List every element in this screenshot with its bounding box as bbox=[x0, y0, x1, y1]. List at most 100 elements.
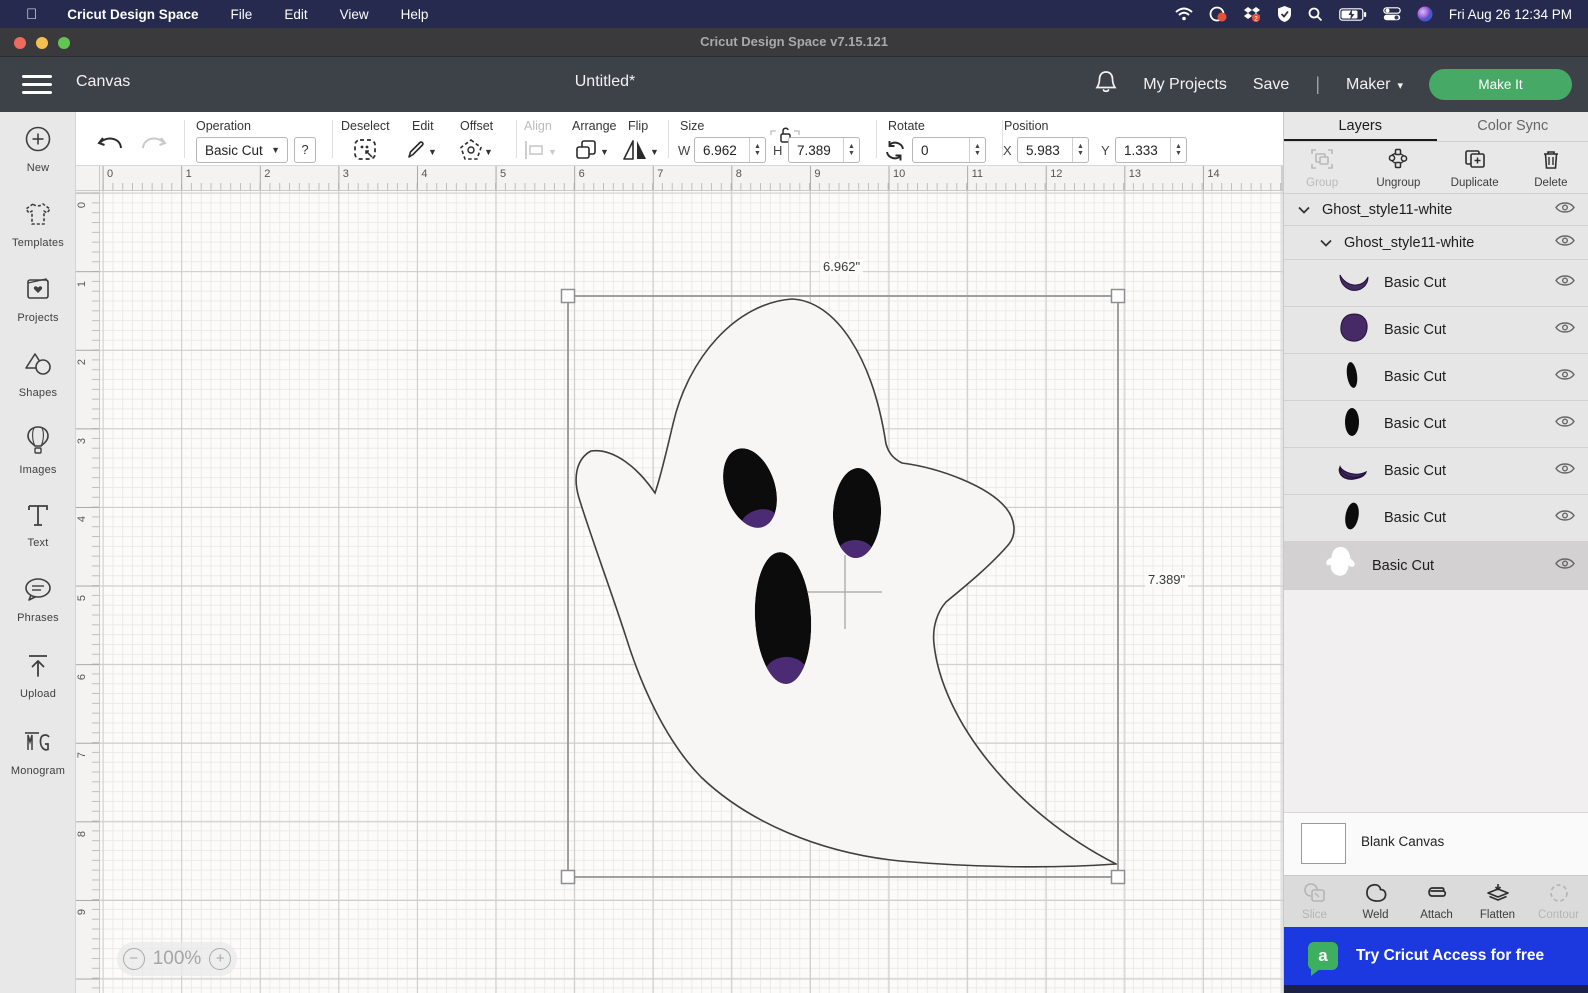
sidebar-item-projects[interactable]: Projects bbox=[0, 275, 76, 324]
battery-icon[interactable] bbox=[1339, 7, 1367, 21]
edit-pencil-icon[interactable]: ▼ bbox=[404, 138, 437, 165]
position-x-stepper[interactable]: ▲ ▼ bbox=[1072, 138, 1088, 162]
sidebar-item-monogram[interactable]: Monogram bbox=[0, 730, 76, 777]
layer-row-group-inner[interactable]: Ghost_style11-white bbox=[1284, 226, 1588, 260]
layers-panel: Layers Color Sync Group Ungroup Duplicat… bbox=[1283, 112, 1588, 993]
menu-item-view[interactable]: View bbox=[340, 7, 369, 22]
height-stepper[interactable]: ▲ ▼ bbox=[843, 138, 859, 162]
delete-button[interactable]: Delete bbox=[1513, 142, 1588, 193]
edit-toolbar: Operation Basic Cut ▼ ? Deselect Edit ▼ … bbox=[76, 112, 1283, 166]
offset-icon[interactable]: ▼ bbox=[458, 138, 493, 165]
rotate-icon[interactable] bbox=[882, 139, 908, 166]
layer-row-basic-cut-5[interactable]: Basic Cut bbox=[1284, 448, 1588, 495]
control-center-icon[interactable] bbox=[1383, 7, 1401, 21]
weld-button[interactable]: Weld bbox=[1345, 876, 1406, 927]
my-projects-link[interactable]: My Projects bbox=[1143, 76, 1227, 94]
operation-select[interactable]: Basic Cut ▼ bbox=[196, 137, 288, 163]
undo-icon[interactable] bbox=[96, 134, 126, 159]
zoom-in-button[interactable]: + bbox=[209, 948, 232, 970]
menu-app-name[interactable]: Cricut Design Space bbox=[67, 7, 198, 22]
position-x-input[interactable]: 5.983 ▲ ▼ bbox=[1017, 137, 1089, 163]
attach-button[interactable]: Attach bbox=[1406, 876, 1467, 927]
canvas-label[interactable]: Canvas bbox=[76, 73, 130, 91]
eye-icon[interactable] bbox=[1555, 415, 1575, 433]
wifi-icon[interactable] bbox=[1175, 7, 1193, 21]
apple-menu-icon[interactable]:  bbox=[26, 6, 37, 23]
blank-canvas-row[interactable]: Blank Canvas bbox=[1284, 812, 1588, 875]
selection-handle-bottom-left[interactable] bbox=[560, 869, 576, 885]
design-grid[interactable]: 6.962" 7.389" − 100% + bbox=[100, 191, 1283, 993]
hamburger-menu-icon[interactable] bbox=[22, 75, 52, 95]
duplicate-button[interactable]: Duplicate bbox=[1437, 142, 1513, 193]
ungroup-button[interactable]: Ungroup bbox=[1360, 142, 1436, 193]
deselect-icon[interactable] bbox=[353, 138, 379, 165]
flip-icon[interactable]: ▼ bbox=[622, 138, 659, 165]
layer-row-basic-cut-6[interactable]: Basic Cut bbox=[1284, 495, 1588, 542]
layer-thumb-blob-purple bbox=[1336, 311, 1372, 350]
y-axis-label: Y bbox=[1101, 143, 1110, 158]
operation-help-button[interactable]: ? bbox=[294, 137, 316, 163]
zoom-out-button[interactable]: − bbox=[122, 948, 145, 970]
eye-icon[interactable] bbox=[1555, 321, 1575, 339]
width-input[interactable]: 6.962 ▲ ▼ bbox=[694, 137, 766, 163]
group-button[interactable]: Group bbox=[1284, 142, 1360, 193]
layer-row-basic-cut-1[interactable]: Basic Cut bbox=[1284, 260, 1588, 307]
sidebar-item-phrases[interactable]: Phrases bbox=[0, 577, 76, 624]
eye-icon[interactable] bbox=[1555, 201, 1575, 219]
slice-button[interactable]: Slice bbox=[1284, 876, 1345, 927]
redo-icon[interactable] bbox=[138, 134, 168, 159]
selection-handle-bottom-right[interactable] bbox=[1110, 869, 1126, 885]
layer-row-basic-cut-3[interactable]: Basic Cut bbox=[1284, 354, 1588, 401]
v-ruler-number: 6 bbox=[76, 673, 89, 680]
position-y-stepper[interactable]: ▲ ▼ bbox=[1170, 138, 1186, 162]
layer-row-basic-cut-2[interactable]: Basic Cut bbox=[1284, 307, 1588, 354]
tab-color-sync[interactable]: Color Sync bbox=[1437, 112, 1588, 141]
menu-item-edit[interactable]: Edit bbox=[284, 7, 307, 22]
rotate-input[interactable]: 0 ▲ ▼ bbox=[912, 137, 986, 163]
machine-select[interactable]: Maker ▾ bbox=[1346, 76, 1403, 94]
eye-icon[interactable] bbox=[1555, 274, 1575, 292]
eye-icon[interactable] bbox=[1555, 368, 1575, 386]
arrange-icon[interactable]: ▼ bbox=[574, 138, 609, 165]
ungroup-icon bbox=[1389, 148, 1408, 169]
cricut-access-banner[interactable]: a Try Cricut Access for free bbox=[1284, 927, 1588, 985]
chevron-down-icon[interactable] bbox=[1298, 201, 1310, 219]
v-ruler-number: 4 bbox=[76, 516, 89, 523]
save-link[interactable]: Save bbox=[1253, 76, 1289, 94]
bell-icon[interactable] bbox=[1095, 70, 1117, 99]
make-it-button[interactable]: Make It bbox=[1429, 69, 1572, 100]
sidebar-item-upload[interactable]: Upload bbox=[0, 653, 76, 700]
flatten-button[interactable]: Flatten bbox=[1467, 876, 1528, 927]
layer-row-basic-cut-ghost[interactable]: Basic Cut bbox=[1284, 542, 1588, 590]
layer-row-basic-cut-4[interactable]: Basic Cut bbox=[1284, 401, 1588, 448]
tab-layers[interactable]: Layers bbox=[1284, 112, 1437, 141]
siri-icon[interactable] bbox=[1417, 6, 1433, 22]
spotlight-icon[interactable] bbox=[1308, 7, 1323, 22]
sidebar-item-new[interactable]: New bbox=[0, 125, 76, 174]
eye-icon[interactable] bbox=[1555, 462, 1575, 480]
menu-item-file[interactable]: File bbox=[231, 7, 253, 22]
dropbox-icon[interactable]: 2 bbox=[1243, 6, 1261, 22]
eye-icon[interactable] bbox=[1555, 557, 1575, 575]
contour-button[interactable]: Contour bbox=[1528, 876, 1588, 927]
width-stepper[interactable]: ▲ ▼ bbox=[749, 138, 765, 162]
sidebar-item-text[interactable]: Text bbox=[0, 502, 76, 549]
document-title[interactable]: Untitled* bbox=[540, 73, 670, 91]
camera-status-icon[interactable] bbox=[1209, 6, 1227, 22]
menu-datetime[interactable]: Fri Aug 26 12:34 PM bbox=[1449, 7, 1572, 22]
chevron-down-icon[interactable] bbox=[1320, 234, 1332, 252]
sidebar-item-shapes[interactable]: Shapes bbox=[0, 350, 76, 399]
rotate-stepper[interactable]: ▲ ▼ bbox=[969, 138, 985, 162]
selection-handle-top-left[interactable] bbox=[560, 288, 576, 304]
position-y-input[interactable]: 1.333 ▲ ▼ bbox=[1115, 137, 1187, 163]
menu-item-help[interactable]: Help bbox=[401, 7, 429, 22]
height-input[interactable]: 7.389 ▲ ▼ bbox=[788, 137, 860, 163]
sidebar-item-templates[interactable]: Templates bbox=[0, 200, 76, 249]
eye-icon[interactable] bbox=[1555, 234, 1575, 252]
layer-row-group-outer[interactable]: Ghost_style11-white bbox=[1284, 194, 1588, 226]
ghost-artwork[interactable] bbox=[560, 288, 1126, 885]
sidebar-item-images[interactable]: Images bbox=[0, 425, 76, 476]
selection-handle-top-right[interactable] bbox=[1110, 288, 1126, 304]
shield-check-icon[interactable] bbox=[1277, 6, 1292, 22]
eye-icon[interactable] bbox=[1555, 509, 1575, 527]
